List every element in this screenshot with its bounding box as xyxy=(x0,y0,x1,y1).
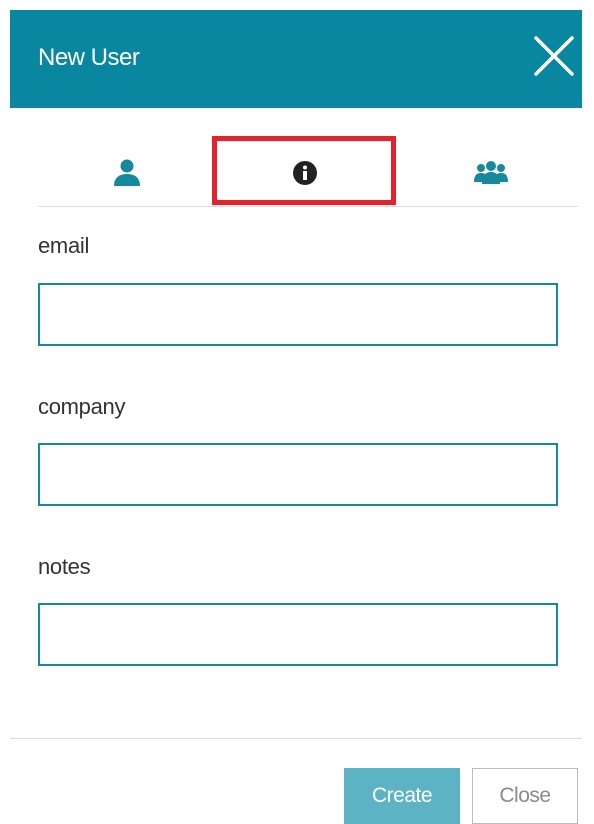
notes-field[interactable] xyxy=(38,603,558,666)
email-label: email xyxy=(38,233,90,258)
dialog-header: New User xyxy=(10,10,582,108)
email-field[interactable] xyxy=(38,283,558,346)
notes-label: notes xyxy=(38,554,91,579)
company-label: company xyxy=(38,394,126,419)
close-icon[interactable] xyxy=(532,34,576,78)
tab-group[interactable] xyxy=(466,140,516,206)
tab-info[interactable] xyxy=(280,140,330,206)
company-field[interactable] xyxy=(38,443,558,506)
dialog-title: New User xyxy=(38,44,140,71)
info-circle-icon xyxy=(293,161,317,185)
close-button[interactable]: Close xyxy=(472,768,578,824)
user-icon xyxy=(114,159,140,186)
tab-user[interactable] xyxy=(102,140,152,206)
footer-divider xyxy=(10,738,582,739)
create-button[interactable]: Create xyxy=(344,768,460,824)
user-group-icon xyxy=(474,161,508,184)
tab-bar xyxy=(38,140,578,207)
